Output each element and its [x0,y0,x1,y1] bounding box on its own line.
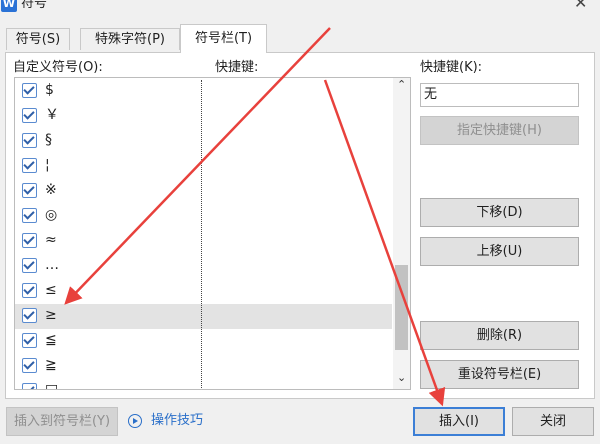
symbol-glyph: □ [45,382,59,390]
symbol-glyph: ◎ [45,207,58,223]
checkbox[interactable] [22,133,37,148]
list-item[interactable]: $ [15,79,392,104]
close-button[interactable]: 关闭 [512,407,594,436]
insert-button[interactable]: 插入(I) [413,407,505,436]
checkbox[interactable] [22,333,37,348]
symbol-glyph: ¦ [45,157,50,173]
tab-symbol-bar[interactable]: 符号栏(T) [180,24,267,53]
symbol-glyph: ≤ [45,282,57,298]
list-item[interactable]: ≥ [15,304,392,329]
list-item[interactable]: □ [15,379,392,390]
symbol-glyph: ※ [45,182,57,198]
symbol-glyph: ≈ [45,232,57,248]
list-item[interactable]: ※ [15,179,392,204]
scrollbar-thumb[interactable] [395,265,408,350]
checkbox[interactable] [22,108,37,123]
window-title: 符号 [21,0,48,11]
symbol-glyph: … [45,257,59,273]
tab-special-characters[interactable]: 特殊字符(P) [80,28,180,50]
column-divider [201,80,202,388]
list-item[interactable]: ￥ [15,104,392,129]
checkbox[interactable] [22,258,37,273]
scroll-up-icon[interactable]: ⌃ [397,79,406,91]
symbol-glyph: ≦ [45,332,57,348]
scroll-down-icon[interactable]: ⌄ [397,372,406,384]
checkbox[interactable] [22,233,37,248]
custom-symbol-list[interactable]: $ ￥ § ¦ ※ ◎ ≈ … ≤ ≥ ≦ ≧ □ [14,77,411,390]
wps-app-icon: W [1,0,17,12]
list-item[interactable]: ¦ [15,154,392,179]
close-icon[interactable]: ✕ [574,0,587,11]
list-item[interactable]: ≦ [15,329,392,354]
shortcut-column-label: 快捷键: [215,60,259,75]
symbol-glyph: ≧ [45,357,57,373]
checkbox[interactable] [22,83,37,98]
checkbox[interactable] [22,308,37,323]
checkbox[interactable] [22,358,37,373]
tab-symbols[interactable]: 符号(S) [6,28,70,50]
custom-symbols-label: 自定义符号(O): [13,60,103,75]
symbol-glyph: § [45,132,52,148]
shortcut-key-label: 快捷键(K): [420,60,483,75]
title-bar [0,0,600,16]
insert-to-symbol-bar-button[interactable]: 插入到符号栏(Y) [6,407,118,436]
list-item[interactable]: § [15,129,392,154]
move-down-button[interactable]: 下移(D) [420,198,579,227]
checkbox[interactable] [22,158,37,173]
move-up-button[interactable]: 上移(U) [420,237,579,266]
list-item[interactable]: ≤ [15,279,392,304]
checkbox[interactable] [22,283,37,298]
checkbox[interactable] [22,208,37,223]
reset-symbol-bar-button[interactable]: 重设符号栏(E) [420,360,579,389]
checkbox[interactable] [22,183,37,198]
shortcut-key-field[interactable]: 无 [420,83,579,107]
delete-button[interactable]: 删除(R) [420,321,579,350]
list-item[interactable]: ≧ [15,354,392,379]
play-tips-icon[interactable] [128,414,142,428]
checkbox[interactable] [22,383,37,389]
list-item[interactable]: ◎ [15,204,392,229]
operation-tips-link[interactable]: 操作技巧 [151,413,203,429]
list-item[interactable]: … [15,254,392,279]
symbol-glyph: ≥ [45,307,57,323]
assign-shortcut-button[interactable]: 指定快捷键(H) [420,116,579,145]
symbol-glyph: ￥ [45,107,59,123]
list-item[interactable]: ≈ [15,229,392,254]
symbol-glyph: $ [45,82,54,98]
